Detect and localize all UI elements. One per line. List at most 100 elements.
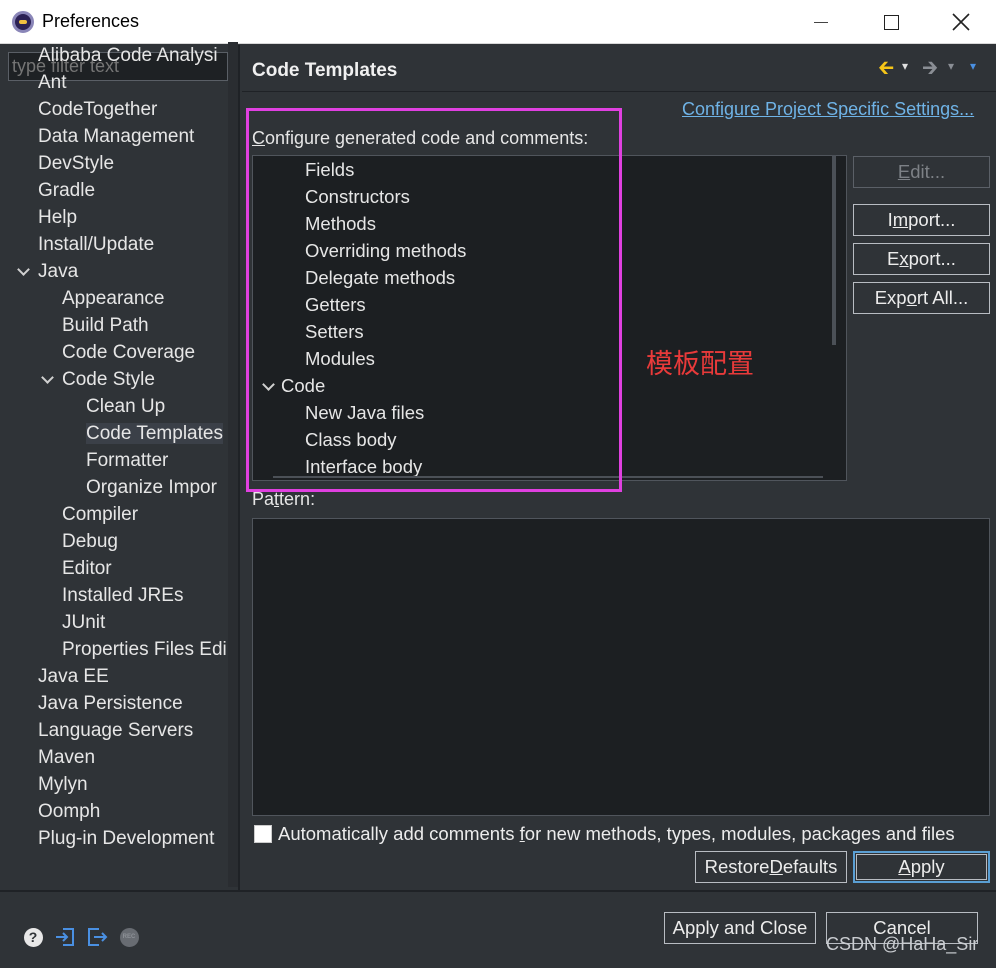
- tree-item[interactable]: Installed JREs: [40, 582, 183, 609]
- tree-item[interactable]: Alibaba Code Analysi: [16, 42, 218, 69]
- tree-item[interactable]: Formatter: [64, 447, 168, 474]
- tree-item-label: Java Persistence: [38, 693, 183, 714]
- minimize-icon: [814, 21, 828, 23]
- annotation-text: 模板配置: [646, 349, 754, 380]
- configure-project-link[interactable]: Configure Project Specific Settings...: [682, 99, 974, 120]
- tree-item-label: Gradle: [38, 180, 96, 201]
- import-prefs-icon[interactable]: [54, 926, 76, 948]
- tree-item-label: Ant: [38, 72, 67, 93]
- tree-item[interactable]: Compiler: [40, 501, 138, 528]
- tree-item-label: JUnit: [62, 612, 106, 633]
- tree-item[interactable]: Code Coverage: [40, 339, 195, 366]
- pattern-editor[interactable]: [252, 518, 990, 816]
- tree-item-label: Editor: [62, 558, 112, 579]
- watermark-text: CSDN @HaHa_Sir: [826, 934, 979, 954]
- window-title: Preferences: [42, 11, 140, 31]
- tree-item-label: DevStyle: [38, 153, 115, 174]
- forward-arrow-icon[interactable]: 🡲: [922, 53, 938, 87]
- tree-item[interactable]: Java Persistence: [16, 690, 183, 717]
- tree-item[interactable]: Java: [16, 258, 78, 285]
- view-menu-icon[interactable]: ▾: [970, 59, 976, 73]
- tree-item-label: Code Style: [62, 369, 155, 390]
- tree-item[interactable]: Code Style: [40, 366, 155, 393]
- tree-item[interactable]: Java EE: [16, 663, 109, 690]
- highlight-annotation-box: [246, 108, 622, 492]
- tree-item-label: Install/Update: [38, 234, 155, 255]
- minimize-button[interactable]: [786, 0, 856, 44]
- page-title: Code Templates: [252, 60, 398, 81]
- tree-item[interactable]: Clean Up: [64, 393, 165, 420]
- tree-item[interactable]: DevStyle: [16, 150, 114, 177]
- tree-item[interactable]: Build Path: [40, 312, 149, 339]
- tree-item-label: Help: [38, 207, 78, 228]
- tree-scrollbar[interactable]: [228, 42, 238, 887]
- title-bar: Preferences: [0, 0, 996, 44]
- eclipse-app-icon: [12, 11, 34, 33]
- back-dropdown-icon[interactable]: ▾: [902, 59, 908, 73]
- record-icon[interactable]: REC: [118, 926, 140, 948]
- edit-button[interactable]: Edit...: [853, 156, 990, 188]
- header-separator: [242, 91, 996, 92]
- tree-item[interactable]: Help: [16, 204, 77, 231]
- pattern-label: Pattern:: [252, 489, 316, 509]
- export-all-button[interactable]: Exp o rt All...: [853, 282, 990, 314]
- tree-item[interactable]: Mylyn: [16, 771, 88, 798]
- sash-divider[interactable]: [238, 45, 240, 890]
- tree-item[interactable]: Data Management: [16, 123, 194, 150]
- chevron-down-icon[interactable]: [16, 265, 30, 279]
- tree-item[interactable]: Editor: [40, 555, 112, 582]
- tree-item-label: Properties Files Edi: [62, 639, 227, 660]
- chevron-down-icon[interactable]: [40, 373, 54, 387]
- tree-item-label: Organize Impor: [86, 477, 217, 498]
- help-icon[interactable]: ?: [22, 926, 44, 948]
- tree-item-label: Oomph: [38, 801, 101, 822]
- tree-item[interactable]: Ant: [16, 69, 67, 96]
- tree-item[interactable]: Plug-in Development: [16, 825, 214, 852]
- export-prefs-icon[interactable]: [86, 926, 108, 948]
- maximize-icon: [883, 14, 899, 30]
- tree-item-label: Installed JREs: [62, 585, 184, 606]
- tree-item[interactable]: Maven: [16, 744, 95, 771]
- restore-defaults-button[interactable]: Restore Defaults: [695, 851, 847, 883]
- tree-item[interactable]: Appearance: [40, 285, 164, 312]
- tree-item-label: Language Servers: [38, 720, 194, 741]
- tree-item-label: Code Coverage: [62, 342, 196, 363]
- tree-item-label: Code Templates: [86, 423, 223, 444]
- tree-item-label: CodeTogether: [38, 99, 158, 120]
- tree-item[interactable]: Gradle: [16, 177, 95, 204]
- auto-comments-row[interactable]: Automatically add comments for new metho…: [254, 823, 955, 845]
- maximize-button[interactable]: [856, 0, 926, 44]
- tree-item-label: Mylyn: [38, 774, 88, 795]
- tree-item-label: Java: [38, 261, 79, 282]
- forward-dropdown-icon[interactable]: ▾: [948, 59, 954, 73]
- apply-and-close-button[interactable]: Apply and Close: [664, 912, 816, 944]
- export-button[interactable]: Ex port...: [853, 243, 990, 275]
- tree-item[interactable]: Debug: [40, 528, 118, 555]
- tree-item[interactable]: Install/Update: [16, 231, 154, 258]
- apply-button[interactable]: Apply: [853, 851, 990, 883]
- tree-item[interactable]: JUnit: [40, 609, 105, 636]
- import-button[interactable]: Im port...: [853, 204, 990, 236]
- tree-item-label: Appearance: [62, 288, 165, 309]
- tree-item-label: Java EE: [38, 666, 109, 687]
- close-icon: [952, 13, 970, 31]
- tree-item-label: Build Path: [62, 315, 149, 336]
- tree-item[interactable]: Language Servers: [16, 717, 193, 744]
- tree-item[interactable]: Oomph: [16, 798, 100, 825]
- status-icons: ? REC: [22, 926, 140, 948]
- auto-comments-label: Automatically add comments for new metho…: [278, 823, 955, 844]
- tree-item[interactable]: Code Templates: [64, 420, 223, 447]
- tree-item-label: Compiler: [62, 504, 139, 525]
- tree-item-label: Data Management: [38, 126, 195, 147]
- tree-item-label: Clean Up: [86, 396, 166, 417]
- tree-item-label: Debug: [62, 531, 118, 552]
- tree-item[interactable]: Properties Files Edi: [40, 636, 227, 663]
- templates-vscrollbar[interactable]: [832, 155, 836, 345]
- tree-item[interactable]: Organize Impor: [64, 474, 217, 501]
- close-button[interactable]: [926, 0, 996, 44]
- back-arrow-icon[interactable]: 🡰: [878, 53, 894, 87]
- auto-comments-checkbox[interactable]: [254, 825, 272, 843]
- preferences-tree: Alibaba Code Analysi Ant CodeTogether Data …: [8, 42, 228, 887]
- tree-item-label: Alibaba Code Analysi: [38, 45, 218, 66]
- tree-item[interactable]: CodeTogether: [16, 96, 157, 123]
